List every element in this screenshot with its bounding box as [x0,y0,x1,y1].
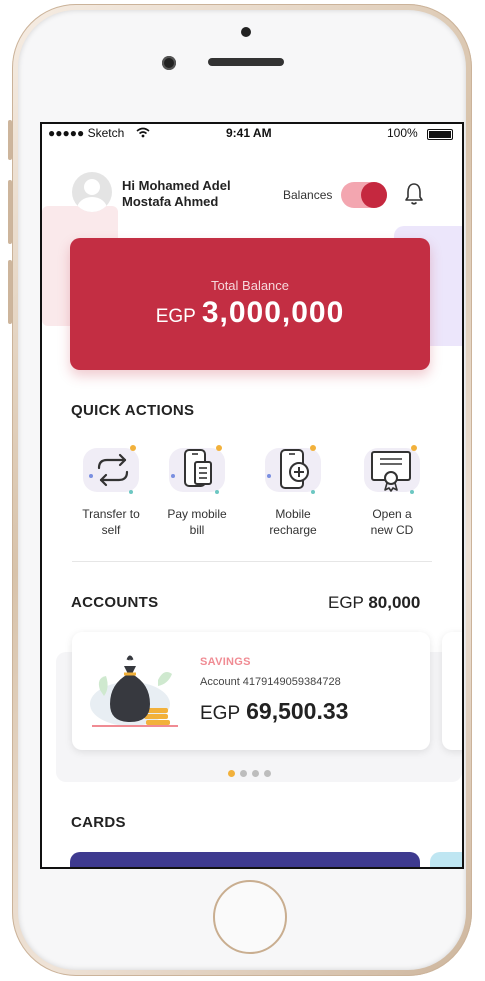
total-balance-card[interactable]: Total Balance EGP 3,000,000 [70,238,430,370]
pager-dot[interactable] [264,770,271,777]
quick-action-label: Open a new CD [352,506,432,538]
accounts-title: ACCOUNTS [71,594,159,611]
next-card-preview[interactable] [430,852,462,867]
side-button [8,120,12,160]
wifi-icon [136,127,150,138]
label-line-1: Transfer to [82,507,140,521]
account-balance-value: 69,500.33 [246,698,349,724]
pager-dot[interactable] [240,770,247,777]
quick-action-label: Mobile recharge [253,506,333,538]
proximity-sensor [241,27,251,37]
accounts-total-amount: 80,000 [368,593,421,612]
account-number: Account 4179149059384728 [200,676,341,688]
carrier-label: ●●●●● Sketch [48,126,125,140]
balances-toggle[interactable] [341,182,387,208]
avatar-body [77,197,107,212]
greeting-line-1: Hi Mohamed Adel [122,178,231,193]
home-button[interactable] [213,880,287,954]
total-balance-value: 3,000,000 [201,296,345,329]
pager-dot-active[interactable] [228,770,235,777]
mobile-bill-icon [171,445,222,494]
quick-action-label: Transfer to self [71,506,151,538]
account-balance: EGP 69,500.33 [200,698,348,725]
status-bar: ●●●●● Sketch 9:41 AM 100% [42,124,462,142]
label-line-2: recharge [269,523,317,537]
quick-action-label: Pay mobile bill [157,506,237,538]
account-card-savings[interactable]: SAVINGS Account 4179149059384728 EGP 69,5… [72,632,430,750]
accounts-total: EGP 80,000 [328,593,420,613]
label-line-1: Open a [372,507,412,521]
battery-icon [427,129,453,140]
quick-actions-title: QUICK ACTIONS [71,402,195,419]
account-balance-currency: EGP [200,703,241,724]
quick-action-mobile-recharge[interactable]: Mobile recharge [253,442,333,542]
balances-toggle-label: Balances [283,188,333,202]
total-balance-label: Total Balance [210,278,290,293]
front-camera [162,56,176,70]
quick-action-pay-mobile-bill[interactable]: Pay mobile bill [157,442,237,542]
label-line-2: self [101,523,121,537]
label-line-1: Mobile [275,507,311,521]
label-line-1: Pay mobile [167,507,227,521]
greeting-line-2: Mostafa Ahmed [122,194,219,209]
mobile-recharge-icon [267,445,316,494]
avatar[interactable] [72,172,112,212]
cards-title: CARDS [71,814,126,831]
pager-dot[interactable] [252,770,259,777]
bell-icon[interactable] [404,182,424,206]
earpiece-speaker [208,58,284,66]
toggle-knob [361,182,387,208]
carousel-pager[interactable] [228,764,276,782]
card-preview[interactable] [70,852,420,867]
label-line-2: new CD [370,523,414,537]
app-screen: ●●●●● Sketch 9:41 AM 100% Hi Mohamed Ade… [40,122,464,869]
certificate-icon [371,445,417,494]
user-greeting: Hi Mohamed Adel Mostafa Ahmed [122,178,282,210]
quick-action-transfer-to-self[interactable]: Transfer to self [71,442,151,542]
label-line-2: bill [189,523,205,537]
next-account-card[interactable] [442,632,462,750]
total-balance-currency: EGP [155,306,196,327]
battery-percent: 100% [387,126,418,140]
money-bag-icon [90,655,178,727]
volume-up-button [8,180,12,244]
transfer-icon [89,445,136,494]
volume-down-button [8,260,12,324]
section-divider [72,561,432,562]
total-balance-amount: EGP 3,000,000 [70,296,430,330]
status-time: 9:41 AM [226,126,272,140]
accounts-total-currency: EGP [328,593,364,612]
quick-action-open-new-cd[interactable]: Open a new CD [352,442,432,542]
account-type-label: SAVINGS [200,656,251,668]
avatar-head [84,179,100,195]
